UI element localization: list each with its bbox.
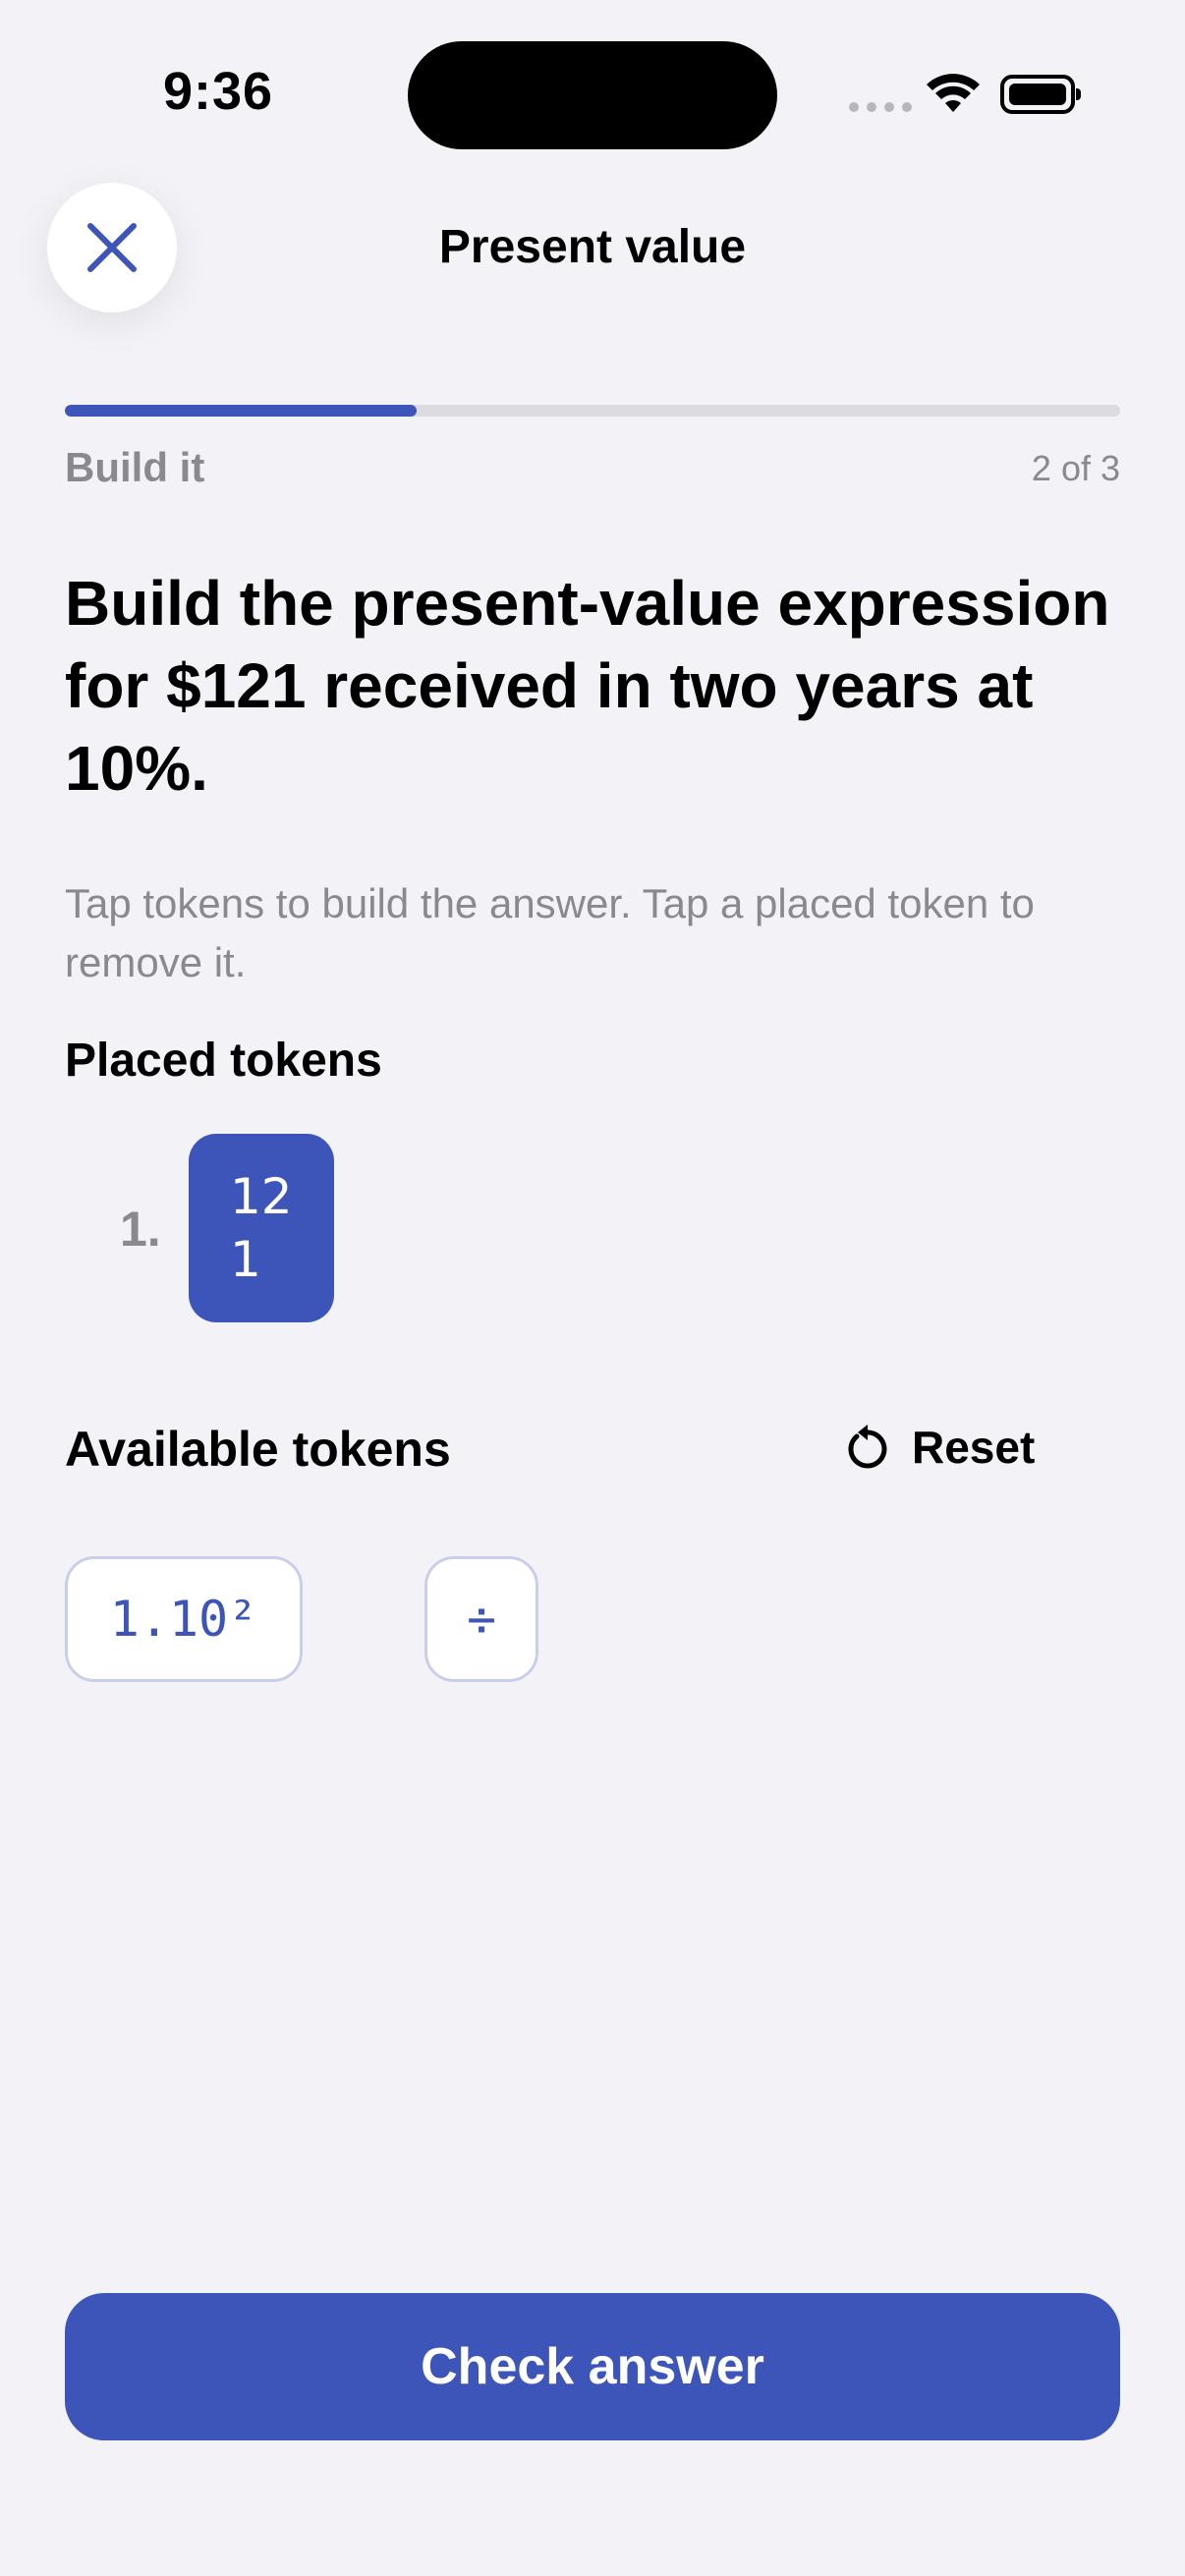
reset-label: Reset xyxy=(912,1422,1036,1473)
step-label: Build it xyxy=(65,444,205,490)
token-divide[interactable]: ÷ xyxy=(424,1556,538,1682)
dynamic-island xyxy=(408,41,777,149)
reset-icon xyxy=(848,1425,887,1469)
available-tokens-heading: Available tokens xyxy=(65,1422,451,1477)
instructions-text: Tap tokens to build the answer. Tap a pl… xyxy=(65,880,1035,985)
step-count: 2 of 3 xyxy=(1031,448,1120,488)
progress-fill xyxy=(65,405,417,417)
token-1-10-squared[interactable]: 1.10² xyxy=(65,1556,303,1682)
status-time: 9:36 xyxy=(163,62,274,121)
page-title: Present value xyxy=(438,221,747,273)
progress-bar xyxy=(65,405,1120,417)
placed-token-index: 1. xyxy=(120,1202,161,1257)
battery-icon xyxy=(1000,75,1081,114)
placed-tokens-heading: Placed tokens xyxy=(65,1035,382,1087)
question-text: Build the present-value expression for $… xyxy=(65,568,1110,804)
reset-button[interactable]: Reset xyxy=(845,1421,1035,1474)
cellular-signal-icon xyxy=(849,102,912,112)
placed-token[interactable]: 121 xyxy=(189,1134,334,1322)
placed-token-label: 121 xyxy=(230,1168,293,1288)
wifi-icon xyxy=(926,73,981,121)
check-answer-button[interactable]: Check answer xyxy=(65,2293,1120,2440)
